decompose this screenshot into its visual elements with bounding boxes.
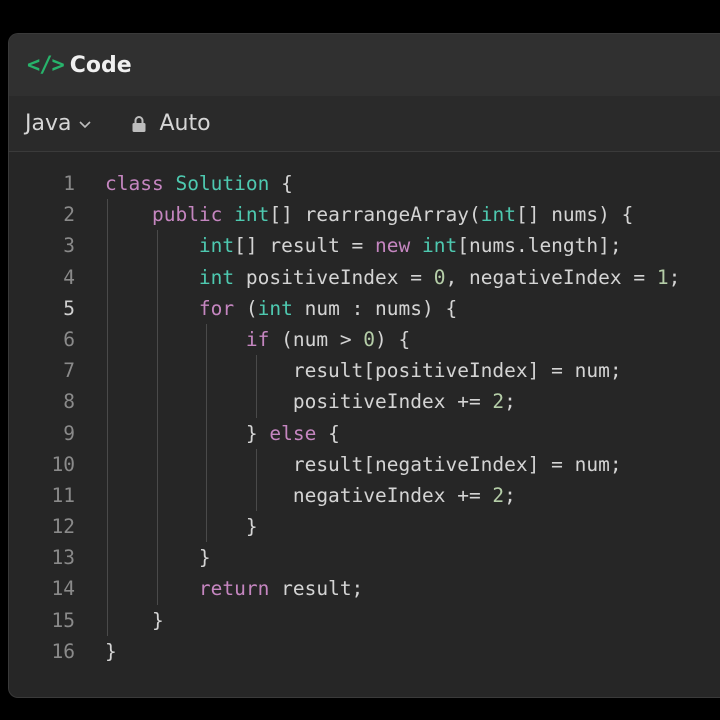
code-text: int positiveIndex = 0, negativeIndex = 1… (198, 265, 681, 289)
code-line[interactable]: 14 return result; (9, 573, 720, 604)
line-number: 8 (63, 390, 75, 414)
panel-title: Code (69, 52, 132, 78)
code-line[interactable]: 1 class Solution { (9, 168, 720, 199)
code-text: return result; (198, 577, 364, 601)
code-text: class Solution { (105, 172, 293, 195)
code-text: } else { (105, 421, 340, 445)
line-number: 16 (51, 639, 75, 663)
indent-guide (107, 199, 108, 636)
code-editor[interactable]: 1 class Solution { 2 public int[] rearrang… (9, 152, 720, 667)
code-text: } (105, 515, 258, 539)
code-text: positiveIndex += 2; (105, 390, 516, 414)
code-text: int[] result = new int[nums.length]; (198, 234, 622, 258)
code-line[interactable]: 2 public int[] rearrangeArray(int[] nums… (9, 199, 720, 230)
code-line[interactable]: 7 result[positiveIndex] = num; (9, 355, 720, 386)
indent-guide (206, 324, 208, 543)
line-number: 12 (51, 515, 75, 539)
code-line[interactable]: 9 } else { (9, 418, 720, 449)
code-text: public int[] rearrangeArray(int[] nums) … (151, 203, 634, 227)
lock-icon (132, 115, 146, 132)
code-line[interactable]: 3 int[] result = new int[nums.length]; (9, 230, 720, 261)
line-number: 3 (63, 234, 75, 258)
code-line[interactable]: 10 result[negativeIndex] = num; (9, 449, 720, 480)
panel-header: </> Code (9, 34, 720, 96)
code-line[interactable]: 11 negativeIndex += 2; (9, 480, 720, 511)
line-number: 14 (51, 577, 75, 601)
code-text: negativeIndex += 2; (105, 483, 516, 507)
code-text: if (num > 0) { (245, 327, 411, 351)
indent-guide (255, 355, 257, 418)
line-number: 6 (63, 327, 75, 351)
code-line[interactable]: 16} (9, 636, 720, 667)
line-number: 7 (63, 359, 75, 383)
code-line[interactable]: 13 } (9, 542, 720, 573)
line-number: 15 (51, 608, 75, 632)
line-number: 9 (63, 421, 75, 445)
code-text: } (105, 608, 164, 632)
code-text: result[positiveIndex] = num; (105, 359, 622, 383)
code-line[interactable]: 8 positiveIndex += 2; (9, 386, 720, 417)
code-text: result[negativeIndex] = num; (105, 452, 622, 476)
line-number: 5 (63, 296, 75, 320)
code-line[interactable]: 6 if (num > 0) { (9, 324, 720, 355)
chevron-down-icon (79, 120, 92, 128)
line-number: 1 (63, 172, 75, 195)
code-icon: </> (27, 52, 65, 78)
line-number: 2 (63, 203, 75, 227)
indent-guide (255, 448, 257, 512)
line-number: 10 (51, 452, 75, 476)
code-line[interactable]: 4 int positiveIndex = 0, negativeIndex =… (9, 262, 720, 293)
line-number: 11 (51, 483, 75, 507)
code-text: } (105, 546, 211, 570)
code-panel: </> Code Java Auto 1 class Solution { 2 pu… (8, 33, 720, 698)
code-text: } (105, 639, 117, 663)
code-line[interactable]: 5 for (int num : nums) { (9, 293, 720, 324)
mode-label: Auto (159, 111, 211, 136)
code-text: for (int num : nums) { (198, 296, 458, 320)
line-number: 13 (51, 546, 75, 570)
editor-toolbar: Java Auto (9, 96, 720, 152)
indent-guide (156, 230, 158, 605)
language-label: Java (25, 111, 72, 136)
line-number: 4 (63, 265, 75, 289)
code-line[interactable]: 12 } (9, 511, 720, 542)
language-select[interactable]: Java (25, 111, 92, 136)
code-line[interactable]: 15 } (9, 605, 720, 636)
